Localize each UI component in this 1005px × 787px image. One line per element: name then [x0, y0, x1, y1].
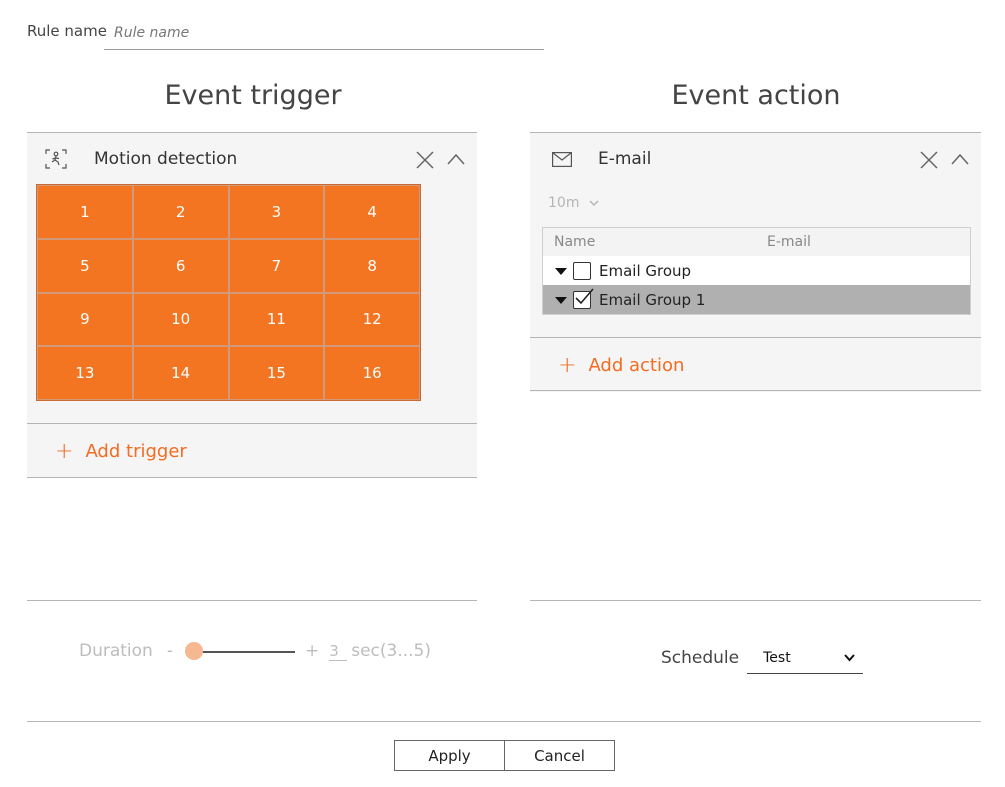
grid-cell[interactable]: 6: [132, 238, 229, 293]
divider: [530, 390, 981, 391]
grid-cell[interactable]: 13: [37, 346, 133, 400]
mail-icon: [552, 152, 572, 171]
rule-name-input[interactable]: [104, 16, 544, 50]
column-header-name: Name: [554, 234, 596, 250]
divider: [27, 477, 477, 478]
cancel-button[interactable]: Cancel: [504, 740, 615, 771]
caret-down-icon[interactable]: [555, 268, 567, 275]
trigger-panel-header: Motion detection: [27, 133, 477, 185]
add-trigger-label: Add trigger: [85, 440, 187, 462]
checkbox-icon[interactable]: [573, 261, 591, 280]
grid-cell[interactable]: 8: [324, 238, 420, 293]
duration-value[interactable]: 3: [329, 642, 348, 661]
grid-cell[interactable]: 11: [228, 292, 325, 347]
duration-plus-button[interactable]: +: [305, 641, 319, 661]
motion-grid-area: 1 2 3 4 5 6 7 8 9 10 11 12 13 14 15 16: [27, 184, 477, 424]
divider: [530, 600, 981, 601]
checkbox-icon[interactable]: [573, 287, 594, 309]
grid-cell[interactable]: 12: [324, 292, 420, 347]
interval-select[interactable]: 10m: [548, 195, 599, 211]
chevron-down-icon: [844, 650, 855, 666]
grid-cell[interactable]: 16: [324, 346, 420, 400]
close-icon[interactable]: [919, 150, 939, 170]
divider: [27, 600, 477, 601]
grid-cell[interactable]: 7: [228, 238, 325, 293]
chevron-up-icon[interactable]: [950, 150, 970, 170]
plus-icon: +: [55, 438, 74, 464]
table-header: Name E-mail: [543, 228, 970, 256]
grid-cell[interactable]: 3: [228, 185, 325, 239]
duration-slider[interactable]: [184, 641, 295, 661]
event-action-title: Event action: [671, 80, 841, 111]
grid-cell[interactable]: 1: [37, 185, 133, 239]
grid-cell[interactable]: 10: [132, 292, 229, 347]
caret-down-icon[interactable]: [555, 297, 567, 304]
email-group-table: Name E-mail Email Group Email Group 1: [542, 227, 971, 315]
duration-minus-button[interactable]: -: [167, 641, 173, 661]
schedule-label: Schedule: [661, 648, 740, 668]
add-trigger-button[interactable]: + Add trigger: [27, 424, 477, 478]
schedule-value: Test: [763, 649, 791, 666]
add-action-button[interactable]: + Add action: [530, 338, 981, 392]
grid-cell[interactable]: 14: [132, 346, 229, 400]
grid-cell[interactable]: 9: [37, 292, 133, 347]
duration-control: Duration - + 3 sec(3...5): [79, 641, 431, 661]
slider-track: [192, 651, 295, 653]
event-trigger-title: Event trigger: [164, 80, 342, 111]
email-group-name: Email Group 1: [599, 290, 706, 309]
chevron-down-icon: [589, 195, 599, 211]
grid-cell[interactable]: 15: [228, 346, 325, 400]
table-row[interactable]: Email Group 1: [543, 285, 970, 314]
table-row[interactable]: Email Group: [543, 256, 970, 285]
add-action-label: Add action: [588, 354, 685, 376]
divider: [27, 721, 981, 722]
grid-cell[interactable]: 5: [37, 238, 133, 293]
interval-value: 10m: [548, 195, 580, 211]
action-panel-title: E-mail: [598, 149, 652, 169]
chevron-up-icon[interactable]: [446, 150, 466, 170]
duration-unit: sec(3...5): [351, 641, 432, 661]
action-panel-header: E-mail: [530, 133, 981, 185]
close-icon[interactable]: [415, 150, 435, 170]
duration-label: Duration: [79, 641, 153, 661]
grid-cell[interactable]: 4: [324, 185, 420, 239]
motion-detection-grid: 1 2 3 4 5 6 7 8 9 10 11 12 13 14 15 16: [36, 184, 421, 401]
slider-thumb[interactable]: [184, 642, 203, 660]
column-header-email: E-mail: [767, 234, 811, 250]
grid-cell[interactable]: 2: [132, 185, 229, 239]
apply-button[interactable]: Apply: [394, 740, 505, 771]
schedule-select[interactable]: Test: [747, 642, 864, 674]
plus-icon: +: [558, 352, 577, 378]
schedule-control: Schedule Test: [661, 642, 864, 674]
email-group-name: Email Group: [599, 261, 692, 280]
motion-detection-icon: [45, 149, 67, 173]
rule-name-label: Rule name: [27, 22, 107, 40]
action-panel: E-mail: [530, 132, 981, 185]
trigger-panel: Motion detection: [27, 132, 477, 185]
trigger-panel-title: Motion detection: [94, 149, 238, 169]
